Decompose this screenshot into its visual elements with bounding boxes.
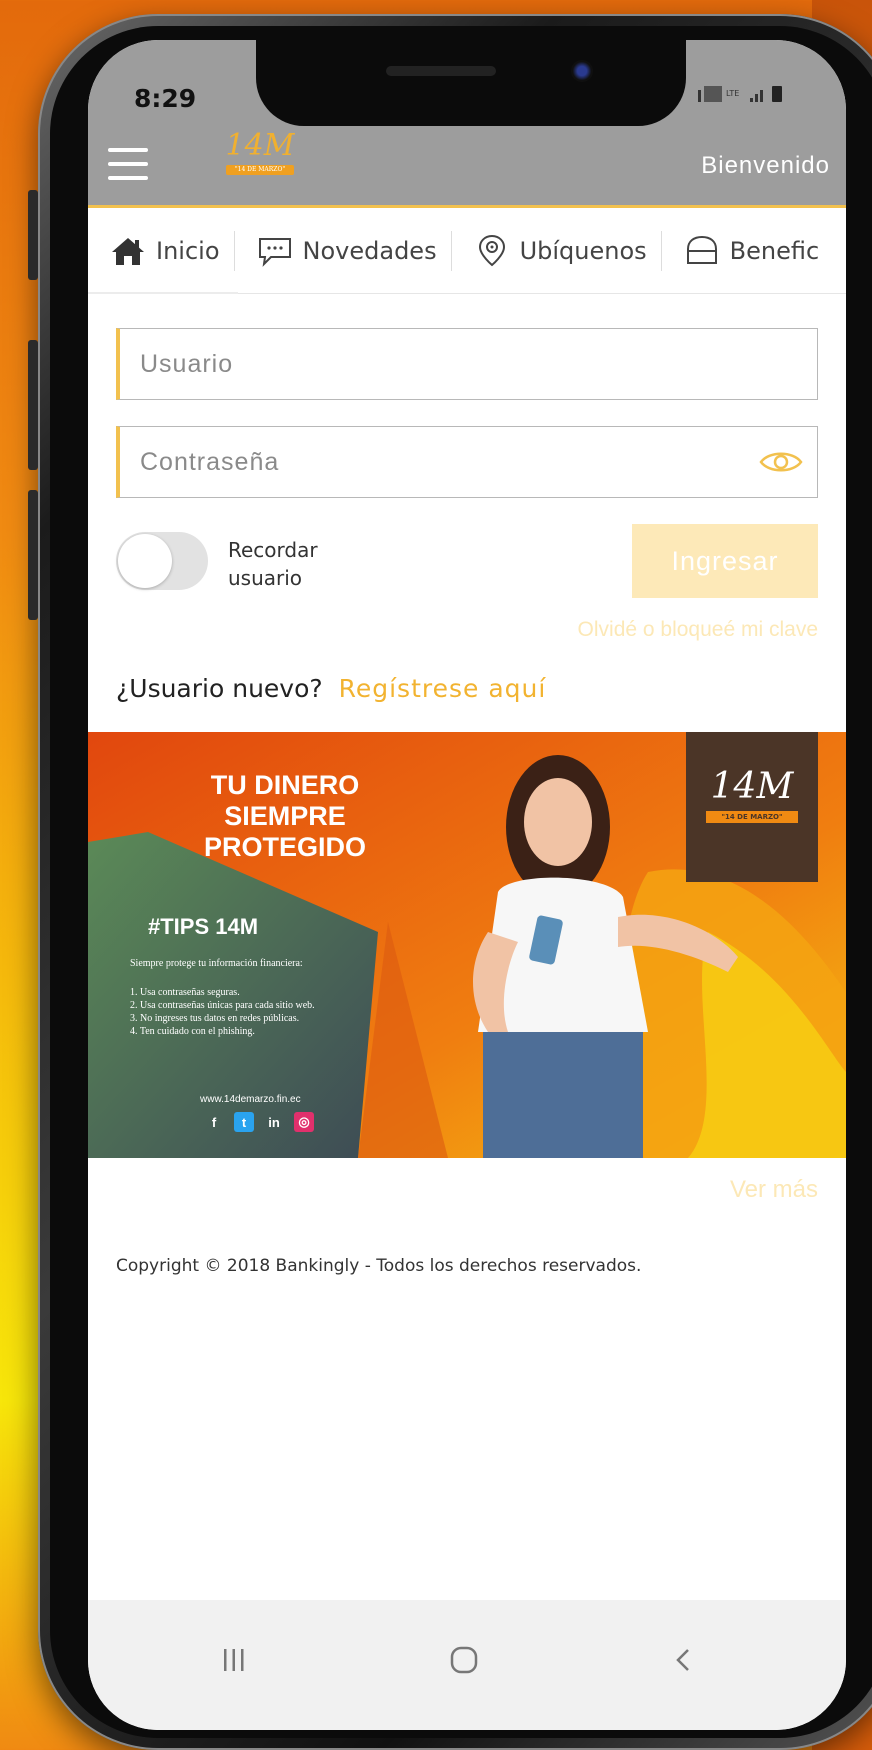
remember-user-toggle[interactable] <box>116 532 208 590</box>
app-logo[interactable]: 14M "14 DE MARZO" <box>220 128 300 186</box>
home-icon <box>110 235 146 267</box>
instagram-icon: ◎ <box>294 1112 314 1132</box>
banner-headline: TU DINERO SIEMPRE PROTEGIDO <box>170 770 400 863</box>
tips-list-item: 3. No ingreses tus datos en redes públic… <box>130 1013 300 1024</box>
banner-url: www.14demarzo.fin.ec <box>200 1094 301 1105</box>
username-field <box>116 328 818 400</box>
remember-label-line1: Recordar <box>228 538 318 562</box>
see-more-link[interactable]: Ver más <box>730 1176 818 1204</box>
signal-battery-icon: LTE <box>698 86 782 102</box>
remember-label-line2: usuario <box>228 566 303 590</box>
eye-icon[interactable] <box>759 447 803 477</box>
home-button[interactable] <box>434 1640 494 1680</box>
tips-intro: Siempre protege tu información financier… <box>130 958 303 969</box>
password-field <box>116 426 818 498</box>
recents-icon <box>224 1649 244 1671</box>
tab-label: Ubíquenos <box>519 236 647 265</box>
welcome-text: Bienvenido <box>701 152 830 179</box>
remember-user-label: Recordar usuario <box>228 536 318 592</box>
back-icon <box>676 1649 689 1671</box>
camera-notch <box>256 40 686 126</box>
phone-volume-up <box>28 340 38 470</box>
chat-icon <box>257 235 293 267</box>
front-camera <box>571 60 593 82</box>
forgot-password-link[interactable]: Olvidé o bloqueé mi clave <box>578 618 818 642</box>
facebook-icon: f <box>211 1114 217 1130</box>
linkedin-icon: in <box>268 1114 280 1130</box>
status-time: 8:29 <box>134 84 197 113</box>
tab-label: Novedades <box>302 236 437 265</box>
tab-label: Inicio <box>156 236 220 265</box>
tips-list: 1. Usa contraseñas seguras. 2. Usa contr… <box>130 986 315 1038</box>
new-user-text: ¿Usuario nuevo? <box>116 674 323 703</box>
svg-text:LTE: LTE <box>726 89 739 98</box>
location-pin-icon <box>474 234 510 267</box>
password-input[interactable] <box>120 427 817 497</box>
bag-icon <box>684 235 720 267</box>
menu-icon[interactable] <box>108 148 148 182</box>
toggle-knob <box>118 534 172 588</box>
app-header: 8:29 LTE 14M "14 DE MARZO" Bienvenido <box>88 40 846 205</box>
banner-logo-text: 14M <box>710 766 794 807</box>
tips-list-item: 4. Ten cuidado con el phishing. <box>130 1026 255 1037</box>
tab-novedades[interactable]: Novedades <box>235 235 451 267</box>
tips-title: #TIPS 14M <box>148 914 259 939</box>
app-logo-text: 14M <box>225 128 295 163</box>
phone-volume-down <box>28 490 38 620</box>
username-input[interactable] <box>120 329 817 399</box>
speaker-grill <box>386 66 496 76</box>
tips-list-item: 2. Usa contraseñas únicas para cada siti… <box>130 1000 315 1011</box>
phone-screen: 8:29 LTE 14M "14 DE MARZO" Bienvenido In… <box>88 40 846 1730</box>
phone-side-button <box>28 190 38 280</box>
register-link[interactable]: Regístrese aquí <box>339 674 547 703</box>
tab-indicator <box>88 292 238 294</box>
banner-headline-line: SIEMPRE <box>224 801 346 831</box>
tab-ubiquenos[interactable]: Ubíquenos <box>452 234 661 267</box>
banner-logo: 14M "14 DE MARZO" <box>686 732 818 882</box>
banner-logo-subtitle: "14 DE MARZO" <box>706 811 798 823</box>
twitter-icon: t <box>234 1112 254 1132</box>
back-button[interactable] <box>654 1640 714 1680</box>
tips-list-item: 1. Usa contraseñas seguras. <box>130 987 240 998</box>
home-circle-icon <box>450 1646 478 1674</box>
tab-beneficios[interactable]: Benefic <box>662 235 834 267</box>
promo-banner[interactable]: TU DINERO SIEMPRE PROTEGIDO #TIPS 14M Si… <box>88 732 846 1158</box>
status-icons: LTE <box>698 84 798 111</box>
new-user-row: ¿Usuario nuevo? Regístrese aquí <box>116 674 546 703</box>
nav-tabs: Inicio Novedades Ubíquenos Benefic <box>88 208 846 294</box>
app-logo-subtitle: "14 DE MARZO" <box>226 165 294 175</box>
android-nav-bar <box>88 1600 846 1730</box>
tab-inicio[interactable]: Inicio <box>88 235 234 267</box>
tab-label: Benefic <box>729 236 820 265</box>
footer-copyright: Copyright © 2018 Bankingly - Todos los d… <box>116 1256 642 1276</box>
login-button[interactable]: Ingresar <box>632 524 818 598</box>
recents-button[interactable] <box>204 1640 264 1680</box>
banner-headline-line: PROTEGIDO <box>203 832 366 862</box>
social-icons: f t in ◎ <box>204 1112 314 1132</box>
banner-headline-line: TU DINERO <box>210 770 360 800</box>
